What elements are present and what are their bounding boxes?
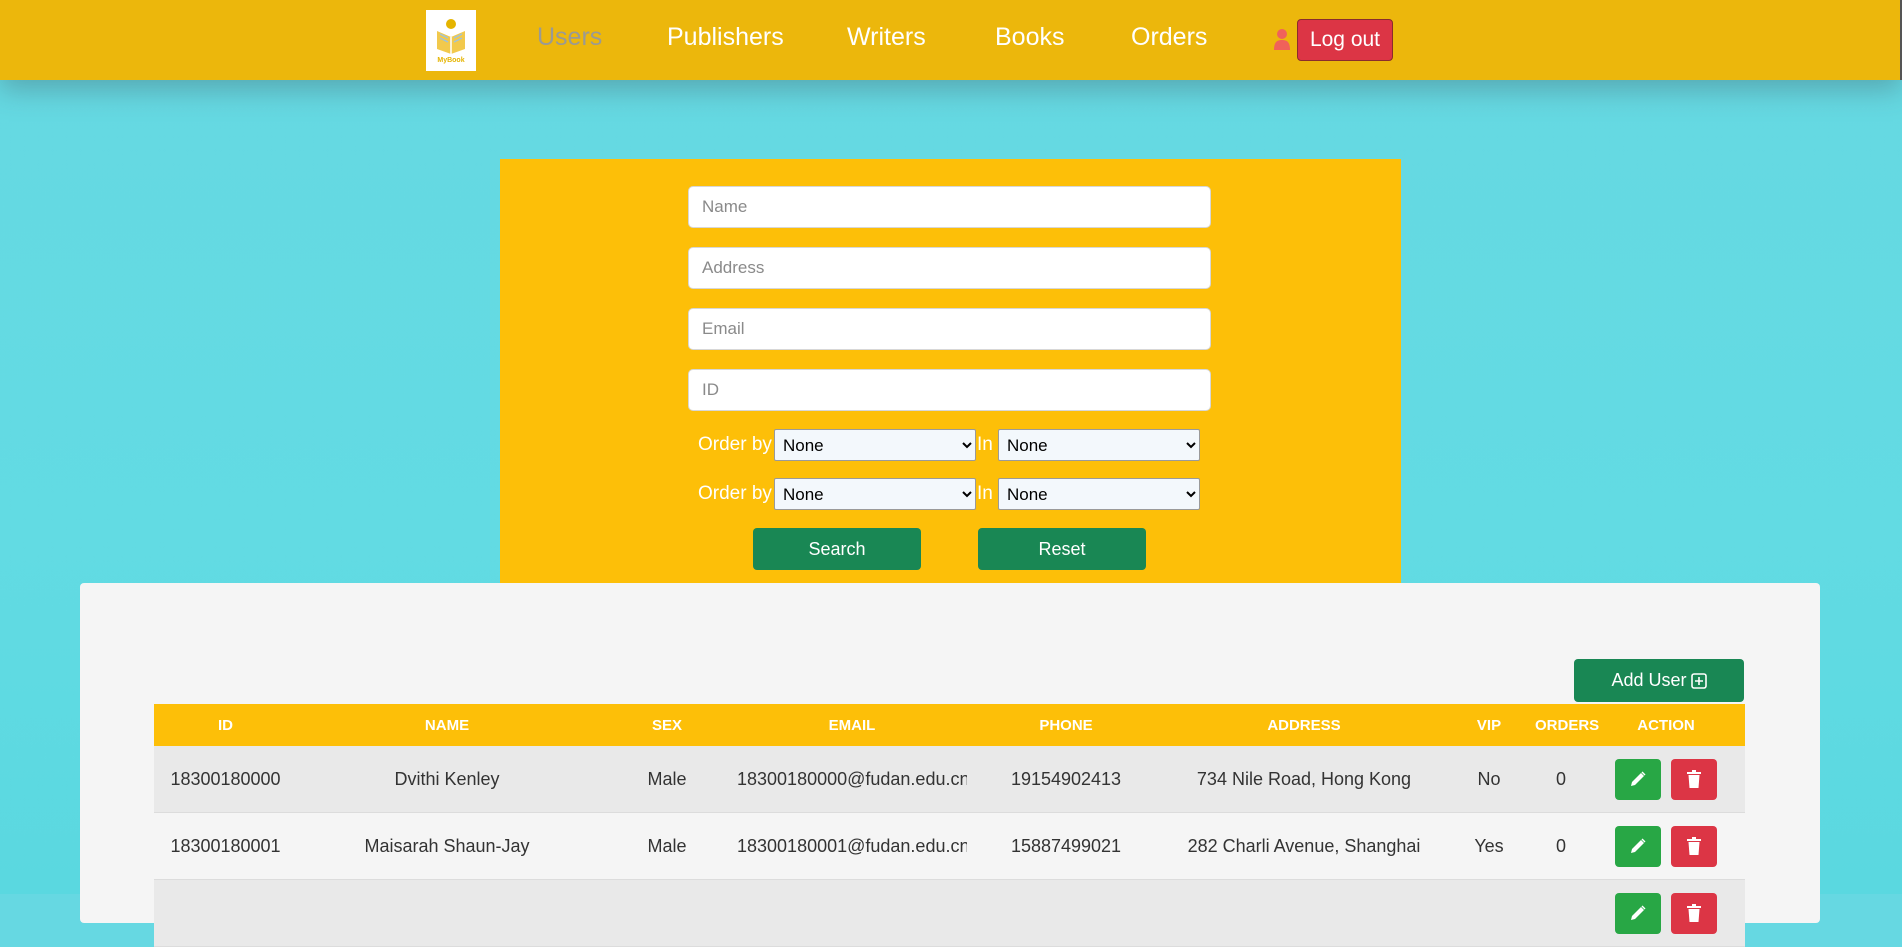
cell-vip: [1443, 879, 1535, 947]
users-table-card: Add User ID NAME SEX EMAIL PHONE ADDRESS…: [80, 583, 1820, 947]
order-by-select-1[interactable]: None: [774, 429, 976, 461]
plus-square-icon: [1690, 672, 1707, 689]
column-header-id[interactable]: ID: [154, 704, 297, 746]
search-button[interactable]: Search: [753, 528, 921, 570]
column-header-email[interactable]: EMAIL: [737, 704, 967, 746]
edit-button[interactable]: [1615, 892, 1662, 934]
order-by-label: Order by: [698, 434, 772, 455]
pencil-icon: [1631, 838, 1646, 853]
cell-orders: 0: [1535, 812, 1587, 880]
cell-phone: 15887499021: [967, 812, 1165, 880]
column-header-name[interactable]: NAME: [297, 704, 597, 746]
id-input[interactable]: [688, 369, 1211, 411]
user-icon: [1274, 29, 1290, 50]
add-user-label: Add User: [1611, 670, 1687, 690]
email-input[interactable]: [688, 308, 1211, 350]
pencil-icon: [1631, 771, 1646, 786]
order-direction-select-2[interactable]: None: [998, 478, 1200, 510]
cell-action: [1587, 812, 1745, 880]
cell-phone: [967, 879, 1165, 947]
cell-sex: [597, 879, 737, 947]
column-header-orders[interactable]: ORDERS: [1535, 704, 1599, 746]
column-header-phone[interactable]: PHONE: [967, 704, 1165, 746]
cell-email: [737, 879, 967, 947]
nav-books[interactable]: Books: [995, 20, 1064, 54]
order-by-label: Order by: [698, 483, 772, 504]
cell-address: 282 Charli Avenue, Shanghai: [1165, 812, 1443, 880]
navbar: MyBook Users Publishers Writers Books Or…: [0, 0, 1902, 80]
delete-button[interactable]: [1670, 758, 1717, 800]
edit-button[interactable]: [1615, 825, 1662, 867]
book-reader-icon: [437, 19, 465, 54]
name-input[interactable]: [688, 186, 1211, 228]
cell-id: [154, 879, 297, 947]
users-table: ID NAME SEX EMAIL PHONE ADDRESS VIP ORDE…: [154, 704, 1745, 947]
site-logo[interactable]: MyBook: [426, 10, 476, 71]
cell-name: [297, 879, 597, 947]
table-row: 18300180000 Dvithi Kenley Male 183001800…: [154, 746, 1745, 813]
order-direction-select-1[interactable]: None: [998, 429, 1200, 461]
search-panel: Order by None In None Order by None In N…: [500, 159, 1401, 583]
trash-icon: [1686, 837, 1701, 855]
add-user-button[interactable]: Add User: [1574, 659, 1744, 702]
column-header-vip[interactable]: VIP: [1443, 704, 1535, 746]
nav-publishers[interactable]: Publishers: [667, 20, 784, 54]
table-row: [154, 879, 1745, 947]
nav-users[interactable]: Users: [537, 20, 602, 54]
order-row-1: Order by None In None: [698, 429, 1238, 461]
cell-sex: Male: [597, 812, 737, 880]
cell-sex: Male: [597, 746, 737, 813]
cell-action: [1587, 879, 1745, 947]
in-label: In: [977, 483, 993, 504]
column-header-address[interactable]: ADDRESS: [1165, 704, 1443, 746]
logout-button[interactable]: Log out: [1297, 19, 1393, 61]
table-header-row: ID NAME SEX EMAIL PHONE ADDRESS VIP ORDE…: [154, 704, 1745, 746]
cell-email: 18300180001@fudan.edu.cn: [737, 812, 967, 880]
cell-vip: Yes: [1443, 812, 1535, 880]
edit-button[interactable]: [1615, 758, 1662, 800]
order-by-select-2[interactable]: None: [774, 478, 976, 510]
trash-icon: [1686, 904, 1701, 922]
cell-orders: 0: [1535, 746, 1587, 813]
cell-orders: [1535, 879, 1587, 947]
nav-writers[interactable]: Writers: [847, 20, 926, 54]
column-header-action: ACTION: [1587, 704, 1745, 746]
table-row: 18300180001 Maisarah Shaun-Jay Male 1830…: [154, 812, 1745, 880]
cell-address: [1165, 879, 1443, 947]
nav-orders[interactable]: Orders: [1131, 20, 1207, 54]
cell-vip: No: [1443, 746, 1535, 813]
cell-id: 18300180001: [154, 812, 297, 880]
delete-button[interactable]: [1670, 892, 1717, 934]
delete-button[interactable]: [1670, 825, 1717, 867]
cell-email: 18300180000@fudan.edu.cn: [737, 746, 967, 813]
cell-phone: 19154902413: [967, 746, 1165, 813]
column-header-sex[interactable]: SEX: [597, 704, 737, 746]
logo-text: MyBook: [437, 57, 465, 64]
cell-id: 18300180000: [154, 746, 297, 813]
cell-action: [1587, 746, 1745, 813]
address-input[interactable]: [688, 247, 1211, 289]
pencil-icon: [1631, 905, 1646, 920]
cell-address: 734 Nile Road, Hong Kong: [1165, 746, 1443, 813]
order-row-2: Order by None In None: [698, 478, 1238, 510]
trash-icon: [1686, 770, 1701, 788]
in-label: In: [977, 434, 993, 455]
reset-button[interactable]: Reset: [978, 528, 1146, 570]
cell-name: Dvithi Kenley: [297, 746, 597, 813]
cell-name: Maisarah Shaun-Jay: [297, 812, 597, 880]
